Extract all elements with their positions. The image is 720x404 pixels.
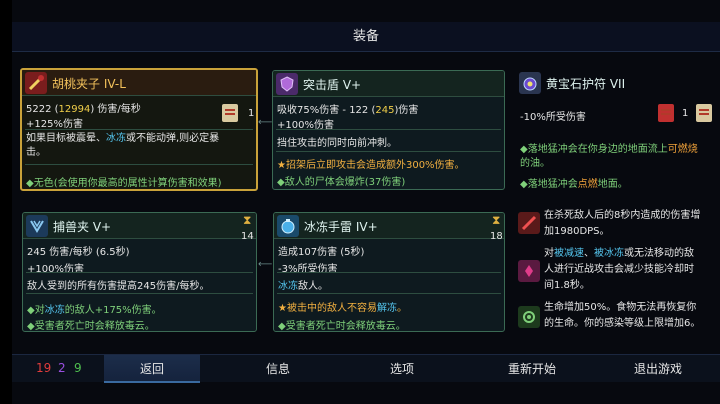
scroll-icon (696, 104, 712, 122)
dps-stat: 5222 (12994) 伤害/每秒 (26, 104, 141, 115)
grenade-icon (277, 215, 299, 237)
poison-cloud-affix: ◆受害者死亡时会释放毒云。 (278, 321, 406, 332)
vitality-icon (518, 306, 540, 328)
mutation-line: 在杀死敌人后的8秒内造成的伤害增 (544, 210, 701, 221)
mutations-list: 在杀死敌人后的8秒内造成的伤害增 加1980DPS。 对被减速、被冰冻或无法移动… (518, 208, 720, 338)
trap-icon (26, 215, 48, 237)
nutcracker-icon (25, 72, 47, 94)
equipment-card-assault-shield[interactable]: 突击盾 V+ 吸收75%伤害 - 122 (245)伤害 +100%伤害 挡住攻… (272, 70, 505, 190)
amulet-icon (519, 72, 541, 94)
cooldown-seconds: 14 (241, 231, 254, 242)
ignite-affix: ◆落地猛冲会点燃地面。 (520, 179, 628, 190)
swap-arrow-icon: ⟵ (258, 259, 273, 270)
equipment-card-wolf-trap[interactable]: 捕兽夹 V+ ⧗ 14 245 伤害/每秒 (6.5秒) +100%伤害 敌人受… (22, 212, 257, 332)
oil-affix: ◆落地猛冲会在你身边的地面流上可燃烧 (520, 144, 698, 155)
card-title: 冰冻手雷 IV+ (304, 220, 378, 234)
card-title: 黄宝石护符 VII (546, 77, 626, 91)
equipment-card-topaz-amulet[interactable]: 黄宝石护符 VII -10%所受伤害 1 ◆落地猛冲会在你身边的地面流上可燃烧 … (516, 70, 720, 192)
legendary-affix: ★被击中的敌人不容易解冻。 (278, 303, 407, 314)
card-description: 敌人受到的所有伤害提高245伤害/每秒。 (27, 281, 210, 292)
mutation-line: 生命增加50%。食物无法再恢复你 (544, 302, 697, 313)
damage-stat: 造成107伤害 (5秒) (278, 247, 365, 258)
quit-game-button[interactable]: 退出游戏 (608, 355, 708, 383)
info-button[interactable]: 信息 (238, 355, 318, 383)
equipment-card-nutcracker[interactable]: 胡桃夹子 IV-L 5222 (12994) 伤害/每秒 +125%伤害 1 如… (20, 68, 258, 191)
brutality-stat: 19 (36, 361, 52, 375)
swap-arrow-icon: ⟵ (258, 117, 273, 128)
kill-rage-icon (518, 212, 540, 234)
options-button[interactable]: 选项 (362, 355, 442, 383)
cooldown-hourglass-icon: ⧗ (243, 213, 252, 227)
scroll-icon (658, 104, 674, 122)
tactics-stat: 2 (58, 361, 66, 375)
inventory-screen: 装备 胡桃夹子 IV-L 5222 (12994) 伤害/每秒 +125%伤害 … (0, 0, 720, 404)
mutation-line: 加1980DPS。 (544, 226, 610, 237)
legendary-affix: ★招架后立即攻击会造成额外300%伤害。 (277, 160, 465, 171)
poison-cloud-affix: ◆受害者死亡时会释放毒云。 (27, 321, 155, 332)
mutation-line: 的生命。你的感染等级上限增加6。 (544, 318, 701, 329)
mutation-item[interactable]: 对被减速、被冰冻或无法移动的敌 人进行近战攻击会减少技能冷却时 间1.8秒。 (518, 246, 720, 296)
back-button[interactable]: 返回 (104, 355, 200, 383)
mutation-item[interactable]: 生命增加50%。食物无法再恢复你 的生命。你的感染等级上限增加6。 (518, 300, 720, 336)
absorb-stat: 吸收75%伤害 - 122 (245)伤害 (277, 105, 419, 116)
card-description: 如果目标被震晕、冰冻或不能动弹,则必定暴 击。 (26, 133, 220, 158)
corpse-explosion-affix: ◆敌人的尸体会爆炸(37伤害) (277, 177, 406, 188)
card-title: 捕兽夹 V+ (53, 220, 112, 234)
scroll-icon (222, 104, 238, 122)
shield-icon (276, 73, 298, 95)
card-title: 胡桃夹子 IV-L (52, 77, 126, 91)
card-title: 突击盾 V+ (303, 78, 362, 92)
page-title: 装备 (12, 22, 720, 52)
equipment-card-ice-grenade[interactable]: 冰冻手雷 IV+ ⧗ 18 造成107伤害 (5秒) -3%所受伤害 冰冻敌人。… (273, 212, 505, 332)
mutation-line: 间1.8秒。 (544, 280, 590, 291)
card-description: 冰冻敌人。 (278, 281, 328, 292)
card-header: 突击盾 V+ (273, 71, 504, 97)
defense-stat: -10%所受伤害 (520, 112, 586, 123)
cooldown-seconds: 18 (490, 231, 503, 242)
frozen-bonus-affix: ◆对冰冻的敌人+175%伤害。 (27, 305, 162, 316)
left-frame (0, 0, 12, 404)
scroll-count: 1 (682, 108, 689, 119)
colorless-bonus: ◆无色(会使用你最高的属性计算伤害和效果) (26, 178, 222, 189)
card-header: 冰冻手雷 IV+ (274, 213, 504, 239)
melee-slow-icon (518, 260, 540, 282)
card-header: 捕兽夹 V+ (23, 213, 256, 239)
card-header: 胡桃夹子 IV-L (22, 70, 256, 96)
mutation-item[interactable]: 在杀死敌人后的8秒内造成的伤害增 加1980DPS。 (518, 208, 720, 242)
survival-stat: 9 (74, 361, 82, 375)
scroll-count: 1 (248, 108, 255, 119)
dps-stat: 245 伤害/每秒 (6.5秒) (27, 247, 130, 258)
card-header: 黄宝石护符 VII (516, 70, 720, 96)
restart-button[interactable]: 重新开始 (482, 355, 582, 383)
oil-affix-cont: 的油。 (520, 158, 550, 169)
mutation-line: 对被减速、被冰冻或无法移动的敌 (544, 248, 694, 259)
card-description: 挡住攻击的同时向前冲刺。 (277, 138, 397, 149)
bottom-menu-bar: 19 2 9 返回 信息 选项 重新开始 退出游戏 (12, 354, 720, 383)
mutation-line: 人进行近战攻击会减少技能冷却时 (544, 264, 694, 275)
cooldown-hourglass-icon: ⧗ (492, 213, 501, 227)
damage-bonus: +125%伤害 (26, 119, 83, 130)
